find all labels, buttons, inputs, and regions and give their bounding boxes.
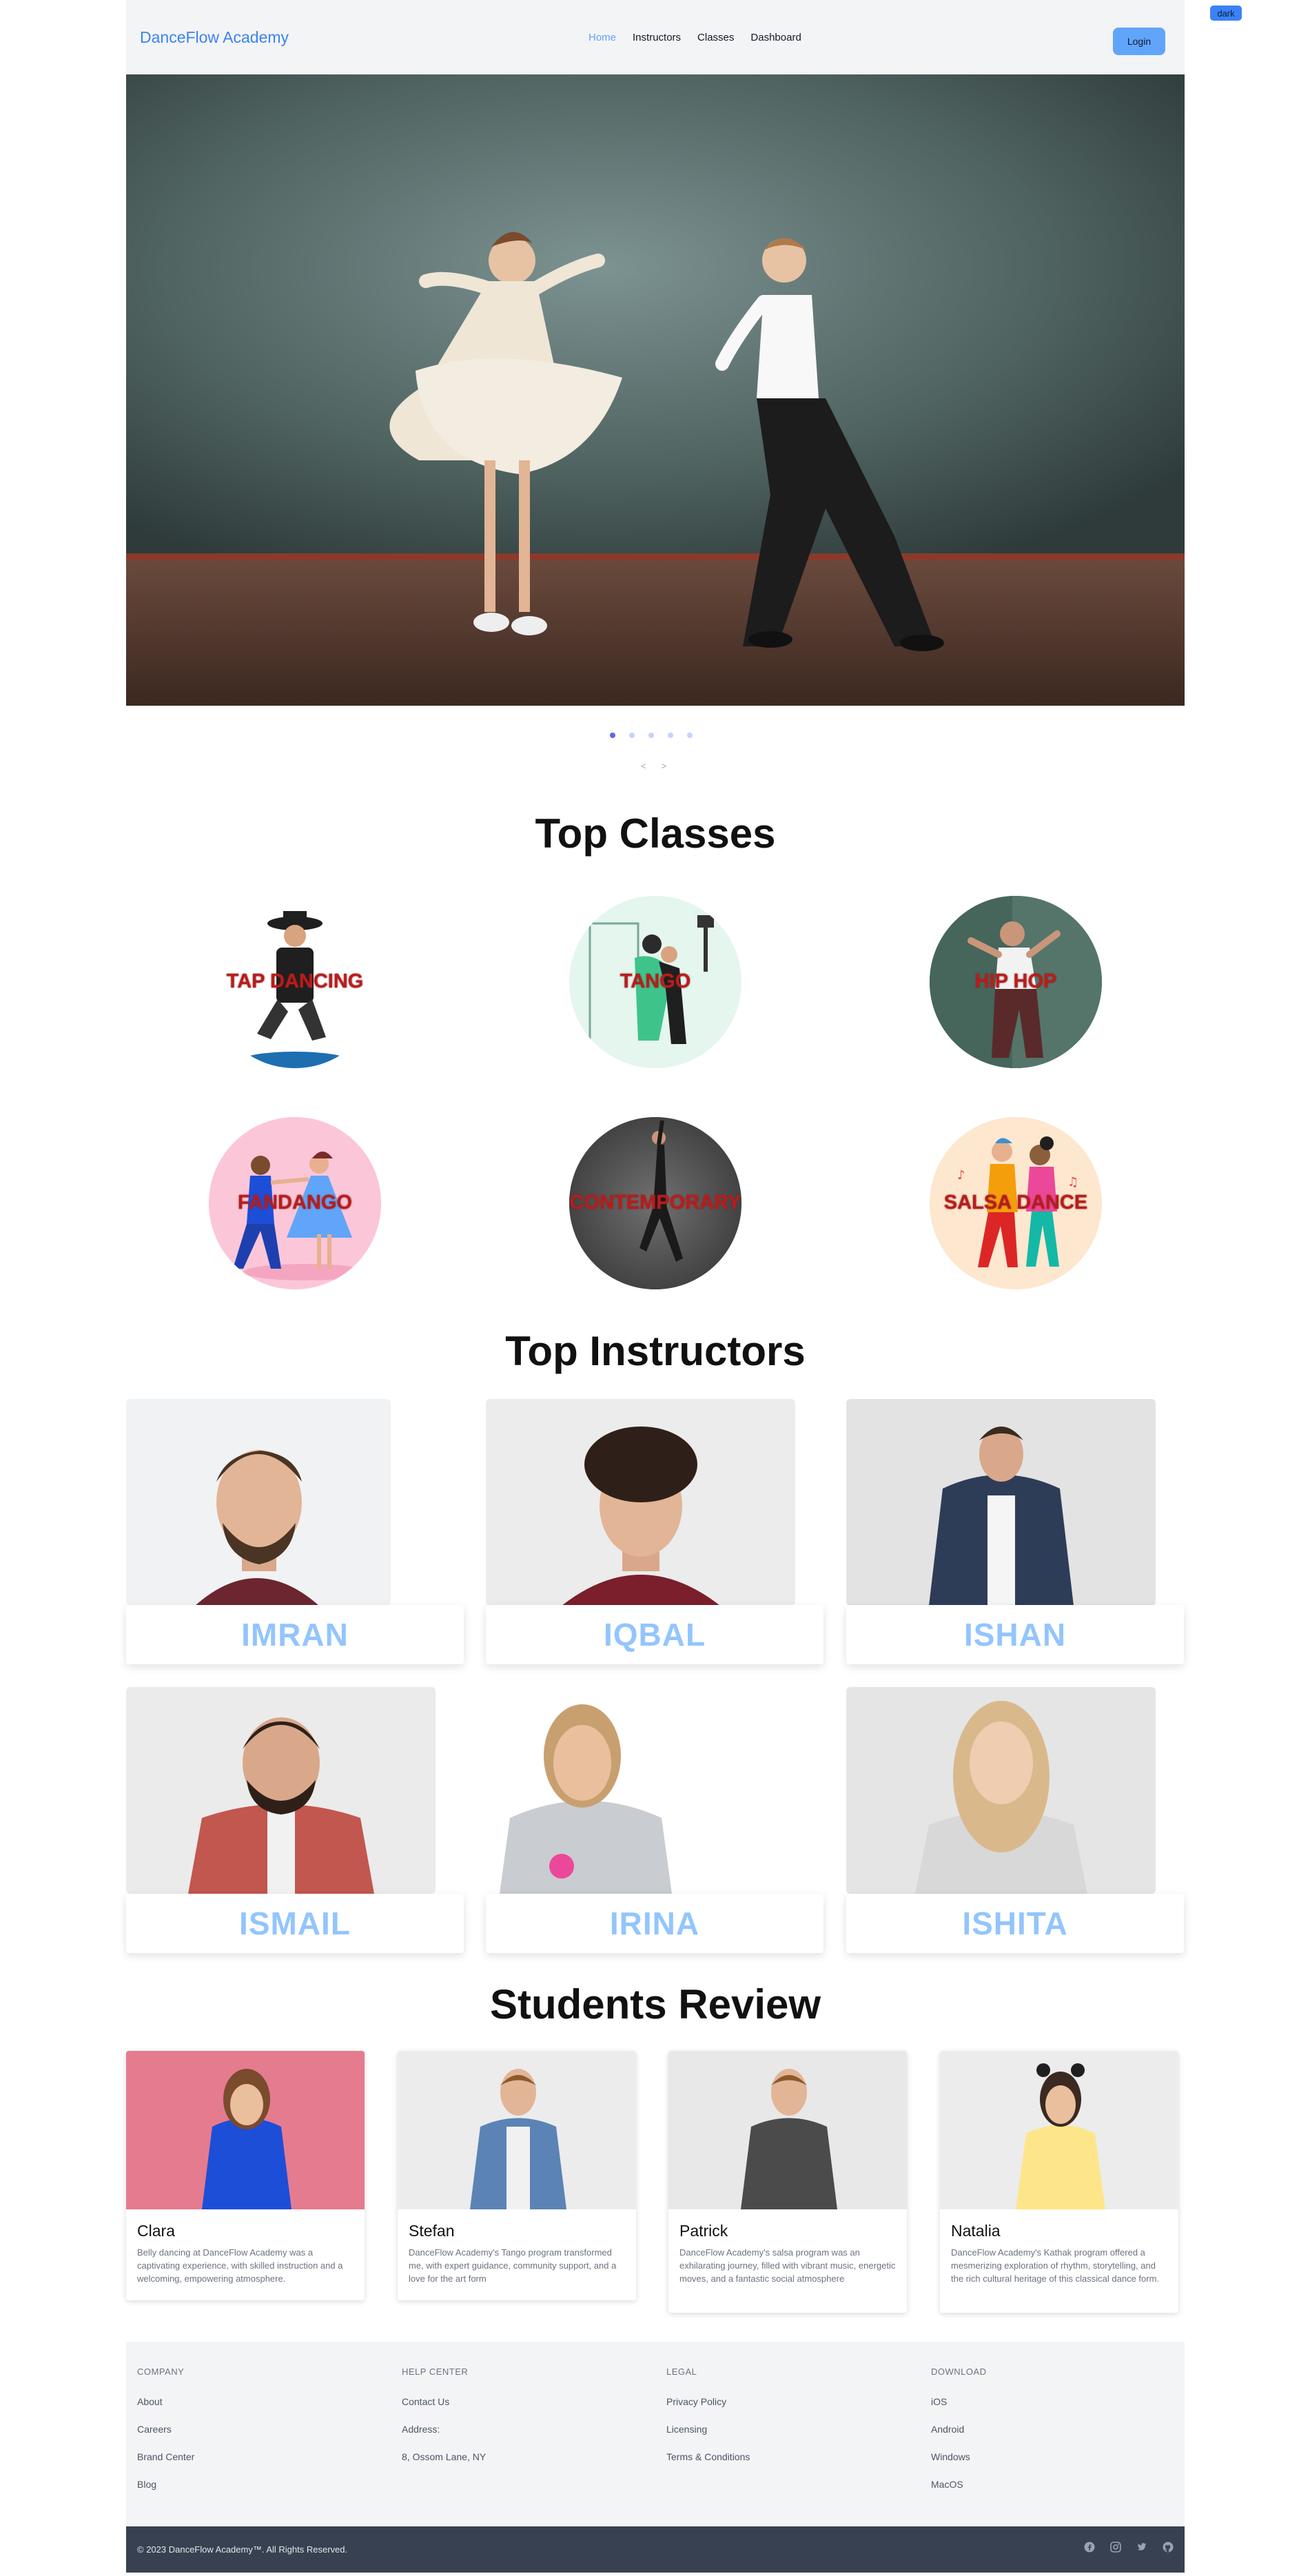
brand-logo[interactable]: DanceFlow Academy: [140, 28, 289, 47]
social-links: [1084, 2542, 1174, 2553]
carousel-next-button[interactable]: >: [662, 761, 667, 771]
footer-link-macos[interactable]: MacOS: [931, 2479, 987, 2490]
facebook-icon[interactable]: [1084, 2542, 1095, 2553]
instructor-photo-ishan: [846, 1399, 1156, 1606]
footer-column-download: DOWNLOAD iOS Android Windows MacOS: [931, 2367, 987, 2506]
footer-link-licensing[interactable]: Licensing: [666, 2424, 750, 2435]
nav-links: Home Instructors Classes Dashboard: [589, 0, 801, 74]
review-photo-stefan: [398, 2051, 636, 2209]
class-label-salsa-dance: SALSA DANCE: [943, 1192, 1088, 1214]
review-photo-natalia: [940, 2051, 1178, 2209]
hero-dancers-image: [126, 74, 1185, 706]
review-text: DanceFlow Academy's Kathak program offer…: [951, 2247, 1160, 2284]
class-tango[interactable]: TANGO: [569, 896, 741, 1068]
students-review-title: Students Review: [489, 1981, 821, 2027]
review-name: Clara: [137, 2222, 175, 2240]
footer-column-legal: LEGAL Privacy Policy Licensing Terms & C…: [666, 2367, 750, 2479]
class-hip-hop[interactable]: HIP HOP: [930, 896, 1102, 1068]
review-name: Natalia: [951, 2222, 1001, 2240]
twitter-icon[interactable]: [1136, 2542, 1147, 2553]
footer-bottom-bar: © 2023 DanceFlow Academy™. All Rights Re…: [126, 2526, 1185, 2573]
nav-classes[interactable]: Classes: [697, 32, 734, 43]
carousel-dot-1[interactable]: [610, 733, 615, 738]
copyright-text: © 2023 DanceFlow Academy™. All Rights Re…: [137, 2544, 348, 2555]
footer-heading: COMPANY: [137, 2367, 185, 2377]
svg-text:♫: ♫: [1067, 1175, 1078, 1189]
class-label-contemporary: CONTEMPORARY: [569, 1192, 741, 1214]
login-button[interactable]: Login: [1113, 28, 1165, 55]
class-tap-dancing[interactable]: TAP DANCING: [209, 896, 381, 1068]
footer-link-windows[interactable]: Windows: [931, 2451, 987, 2462]
review-text: Belly dancing at DanceFlow Academy was a…: [137, 2247, 343, 2284]
footer-link-privacy-policy[interactable]: Privacy Policy: [666, 2396, 750, 2407]
footer-link-ios[interactable]: iOS: [931, 2396, 987, 2407]
svg-text:♪: ♪: [957, 1168, 965, 1183]
carousel-dot-3[interactable]: [648, 733, 654, 738]
dark-mode-toggle[interactable]: dark: [1210, 6, 1242, 21]
footer-heading: HELP CENTER: [402, 2367, 469, 2377]
footer: COMPANY About Careers Brand Center Blog …: [126, 2342, 1185, 2526]
hero-carousel-image: [126, 74, 1185, 706]
footer-heading: LEGAL: [666, 2367, 697, 2377]
class-salsa-dance[interactable]: ♪ ♫ SALSA DANCE: [930, 1117, 1102, 1289]
footer-link-contact-us[interactable]: Contact Us: [402, 2396, 486, 2407]
class-label-tango: TANGO: [620, 970, 691, 992]
footer-link-terms[interactable]: Terms & Conditions: [666, 2451, 750, 2462]
instructor-card-imran[interactable]: IMRAN: [126, 1605, 464, 1664]
navbar: DanceFlow Academy Home Instructors Class…: [126, 0, 1185, 74]
carousel-dot-4[interactable]: [668, 733, 673, 738]
footer-link-careers[interactable]: Careers: [137, 2424, 194, 2435]
top-instructors-title: Top Instructors: [505, 1328, 806, 1374]
nav-instructors[interactable]: Instructors: [633, 32, 681, 43]
instructor-photo-imran: [126, 1399, 391, 1606]
footer-link-android[interactable]: Android: [931, 2424, 987, 2435]
instructor-card-ishita[interactable]: ISHITA: [846, 1894, 1184, 1953]
review-photo-clara: [126, 2051, 365, 2209]
footer-address-value: 8, Ossom Lane, NY: [402, 2451, 487, 2462]
instructor-card-ishan[interactable]: ISHAN: [846, 1605, 1184, 1664]
footer-link-about[interactable]: About: [137, 2396, 194, 2407]
instructor-card-ismail[interactable]: ISMAIL: [126, 1894, 464, 1953]
review-photo-patrick: [668, 2051, 907, 2209]
nav-dashboard[interactable]: Dashboard: [750, 32, 801, 43]
class-contemporary[interactable]: CONTEMPORARY: [569, 1117, 741, 1289]
footer-column-company: COMPANY About Careers Brand Center Blog: [137, 2367, 194, 2506]
review-card-stefan: Stefan DanceFlow Academy's Tango program…: [398, 2051, 636, 2300]
instructor-card-irina[interactable]: IRINA: [486, 1894, 823, 1953]
top-classes-title: Top Classes: [535, 810, 776, 857]
footer-heading: DOWNLOAD: [931, 2367, 987, 2377]
review-name: Stefan: [409, 2222, 455, 2240]
instructor-card-iqbal[interactable]: IQBAL: [486, 1605, 823, 1664]
class-fandango[interactable]: FANDANGO: [209, 1117, 381, 1289]
class-label-hip-hop: HIP HOP: [974, 970, 1057, 992]
instructor-photo-iqbal: [486, 1399, 795, 1606]
carousel-dot-5[interactable]: [687, 733, 693, 738]
review-card-clara: Clara Belly dancing at DanceFlow Academy…: [126, 2051, 365, 2300]
class-label-tap-dancing: TAP DANCING: [226, 970, 364, 992]
review-text: DanceFlow Academy's Tango program transf…: [409, 2247, 617, 2284]
footer-link-blog[interactable]: Blog: [137, 2479, 194, 2490]
github-icon[interactable]: [1163, 2542, 1174, 2553]
carousel-dot-2[interactable]: [629, 733, 635, 738]
review-card-natalia: Natalia DanceFlow Academy's Kathak progr…: [940, 2051, 1178, 2313]
instructor-photo-ismail: [126, 1687, 436, 1894]
footer-column-help-center: HELP CENTER Contact Us Address: 8, Ossom…: [402, 2367, 486, 2479]
instructor-photo-irina: [486, 1687, 693, 1894]
instructor-photo-ishita: [846, 1687, 1156, 1894]
class-label-fandango: FANDANGO: [238, 1192, 352, 1214]
carousel-arrows: < >: [641, 761, 666, 771]
review-text: DanceFlow Academy's salsa program was an…: [679, 2247, 896, 2284]
footer-link-brand-center[interactable]: Brand Center: [137, 2451, 194, 2462]
review-name: Patrick: [679, 2222, 728, 2240]
instagram-icon[interactable]: [1110, 2542, 1121, 2553]
review-card-patrick: Patrick DanceFlow Academy's salsa progra…: [668, 2051, 907, 2313]
nav-home[interactable]: Home: [589, 32, 616, 43]
carousel-indicators: [610, 733, 693, 738]
carousel-prev-button[interactable]: <: [641, 761, 646, 771]
footer-address-label: Address:: [402, 2424, 440, 2435]
